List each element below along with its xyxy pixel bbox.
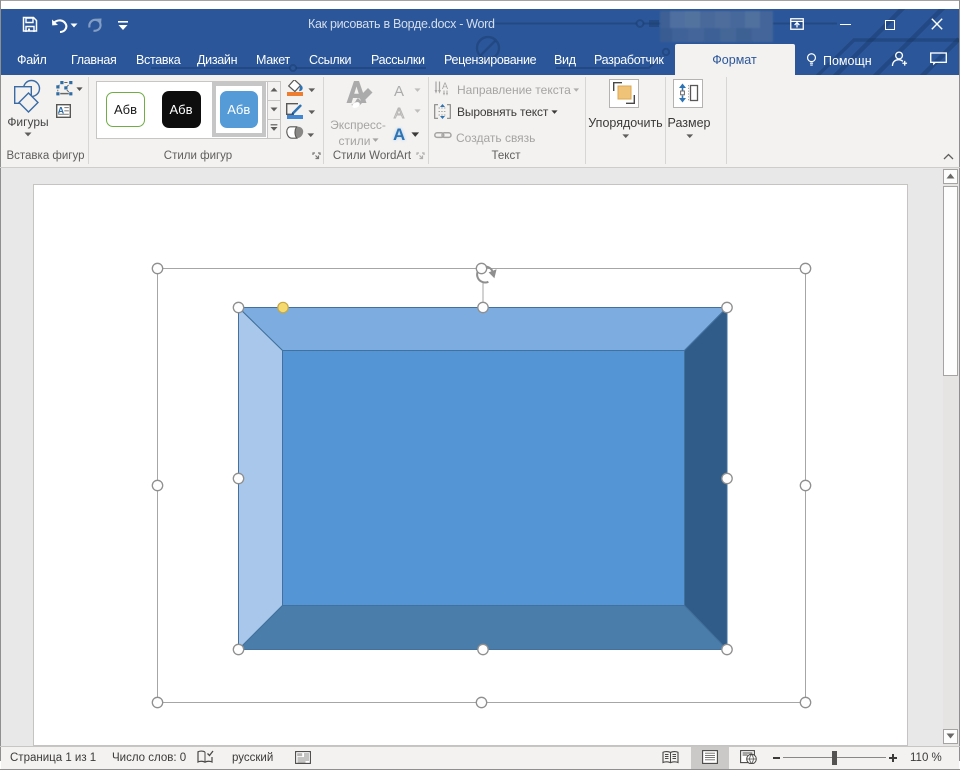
svg-text:A: A xyxy=(442,81,448,91)
